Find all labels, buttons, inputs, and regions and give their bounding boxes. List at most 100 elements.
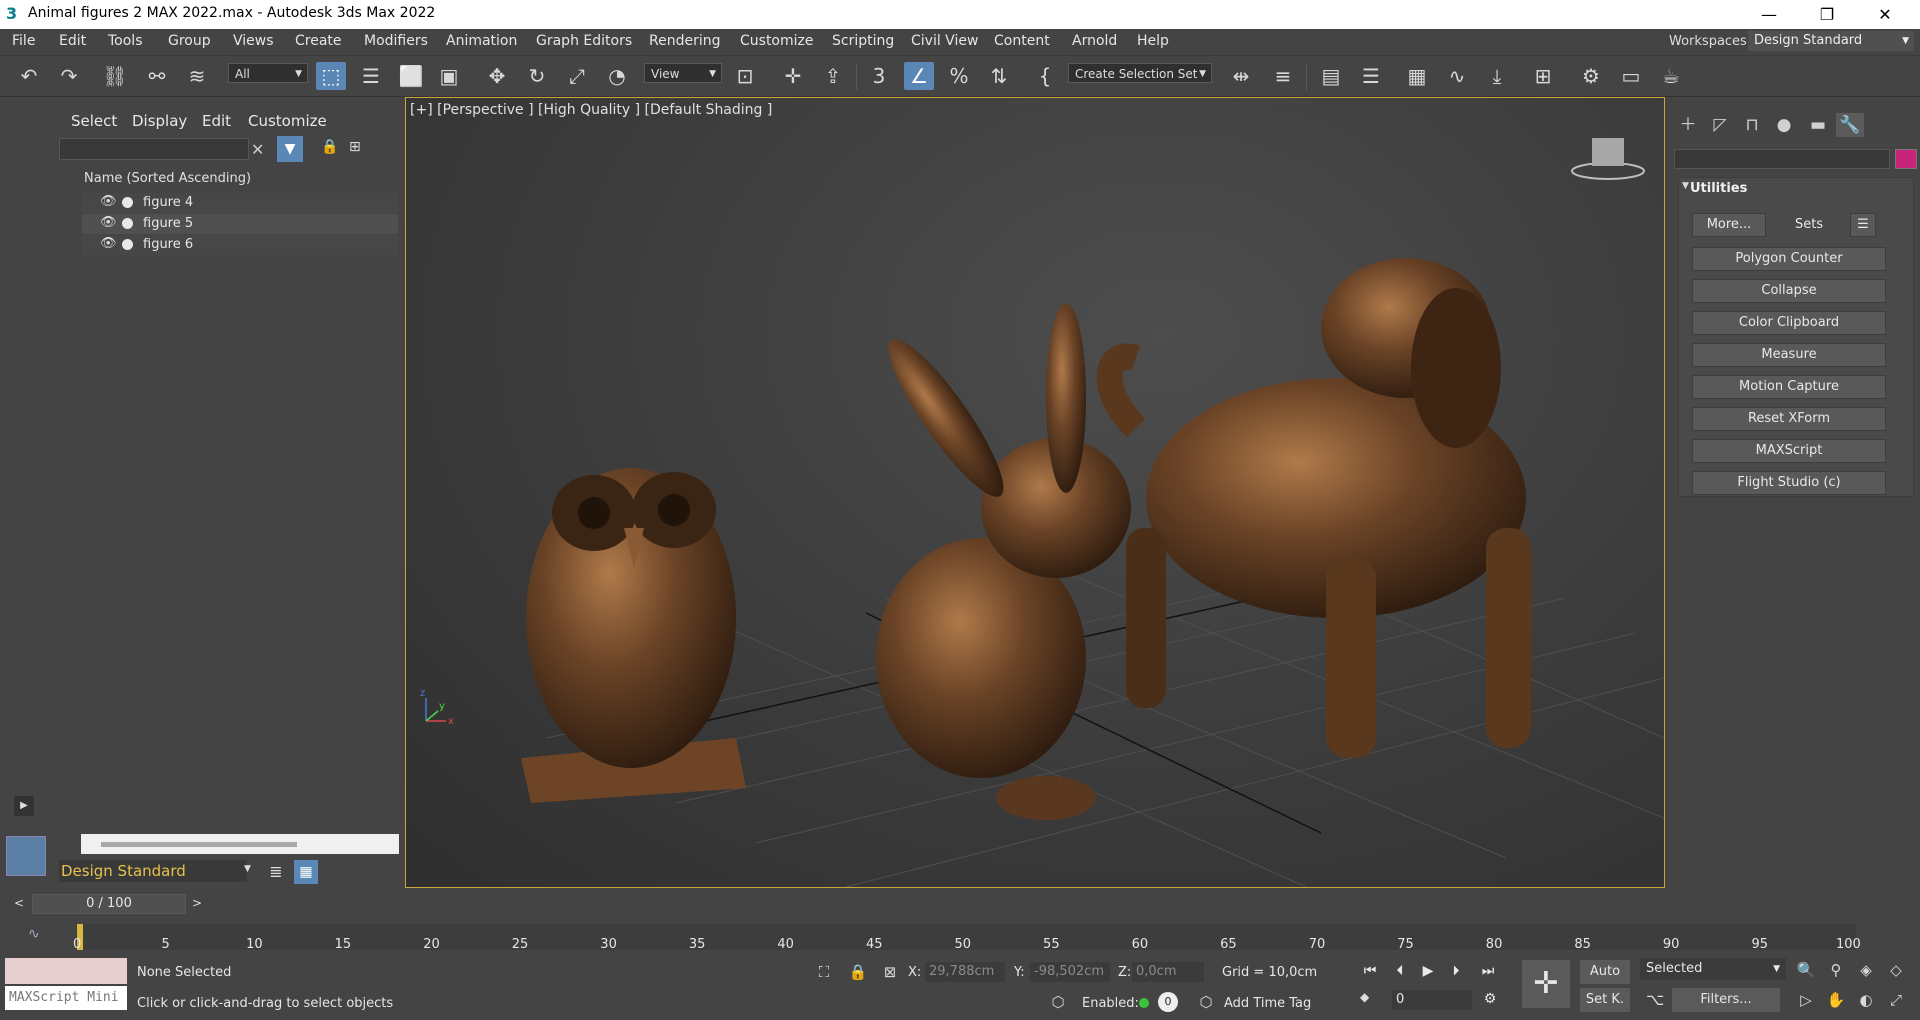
add-time-tag[interactable]: Add Time Tag bbox=[1224, 996, 1311, 1011]
configure-sets-icon[interactable]: ☰ bbox=[1850, 213, 1876, 237]
time-tag-icon[interactable]: ⬡ bbox=[1196, 992, 1216, 1012]
viewcube-icon[interactable] bbox=[1571, 138, 1645, 180]
menu-scripting[interactable]: Scripting bbox=[832, 33, 894, 49]
explorer-tab-customize[interactable]: Customize bbox=[248, 112, 327, 130]
list-item[interactable]: 👁 figure 4 bbox=[82, 193, 398, 213]
key-filters-button[interactable]: Filters... bbox=[1672, 988, 1780, 1012]
time-prev-button[interactable]: < bbox=[14, 896, 24, 910]
render-setup-icon[interactable]: ⚙ bbox=[1576, 62, 1606, 90]
owl-figure[interactable] bbox=[521, 468, 746, 803]
maxscript-listener[interactable]: MAXScript Mini bbox=[5, 958, 127, 1012]
explorer-tab-display[interactable]: Display bbox=[132, 112, 187, 130]
maxscript-button[interactable]: MAXScript bbox=[1692, 439, 1886, 463]
menu-civil-view[interactable]: Civil View bbox=[911, 33, 978, 49]
flight-studio-button[interactable]: Flight Studio (c) bbox=[1692, 471, 1886, 495]
menu-arnold[interactable]: Arnold bbox=[1072, 33, 1117, 49]
y-coordinate-field[interactable]: -98,502cm bbox=[1030, 962, 1110, 982]
go-to-start-icon[interactable]: ⏮ bbox=[1358, 960, 1382, 982]
z-coordinate-field[interactable]: 0,0cm bbox=[1132, 962, 1204, 982]
auto-key-button[interactable]: Auto bbox=[1580, 960, 1630, 984]
toggle-ribbon-icon[interactable]: ▦ bbox=[1402, 62, 1432, 90]
polygon-counter-button[interactable]: Polygon Counter bbox=[1692, 247, 1886, 271]
hierarchy-tab-icon[interactable]: ⊓ bbox=[1738, 113, 1766, 137]
motion-tab-icon[interactable]: ● bbox=[1770, 113, 1798, 137]
render-dot-icon[interactable] bbox=[122, 197, 133, 208]
object-color-swatch[interactable] bbox=[1895, 149, 1917, 169]
visibility-eye-icon[interactable]: 👁 bbox=[100, 194, 117, 209]
adaptive-degradation-icon[interactable]: ⬡ bbox=[1048, 992, 1068, 1012]
layers-icon[interactable]: ≣ bbox=[264, 860, 288, 884]
select-by-name-icon[interactable]: ☰ bbox=[356, 62, 386, 90]
explorer-horizontal-scrollbar[interactable] bbox=[81, 834, 399, 854]
viewport-layout-icon[interactable] bbox=[6, 836, 46, 876]
menu-tools[interactable]: Tools bbox=[108, 33, 143, 49]
filter-toggle-icon[interactable]: ▼ bbox=[277, 136, 303, 162]
orbit-icon[interactable]: ◐ bbox=[1856, 990, 1876, 1010]
display-tab-icon[interactable]: ▬ bbox=[1804, 113, 1832, 137]
reset-xform-button[interactable]: Reset XForm bbox=[1692, 407, 1886, 431]
zoom-icon[interactable]: 🔍 bbox=[1796, 960, 1816, 980]
color-clipboard-button[interactable]: Color Clipboard bbox=[1692, 311, 1886, 335]
menu-edit[interactable]: Edit bbox=[59, 33, 86, 49]
menu-graph-editors[interactable]: Graph Editors bbox=[536, 33, 632, 49]
minimize-button[interactable]: — bbox=[1746, 0, 1792, 29]
explorer-tab-edit[interactable]: Edit bbox=[202, 112, 231, 130]
absolute-mode-icon[interactable]: ⊠ bbox=[880, 962, 900, 982]
previous-frame-icon[interactable]: ⏴ bbox=[1388, 960, 1412, 982]
visibility-eye-icon[interactable]: 👁 bbox=[100, 236, 117, 251]
key-filter-dropdown[interactable]: Selected ▼ bbox=[1640, 958, 1786, 980]
scale-icon[interactable]: ⤢ bbox=[562, 62, 592, 90]
rabbit-figure[interactable] bbox=[873, 303, 1131, 820]
close-button[interactable]: ✕ bbox=[1862, 0, 1908, 29]
hierarchy-icon[interactable]: ⊞ bbox=[349, 139, 361, 155]
time-next-button[interactable]: > bbox=[192, 896, 202, 910]
selection-lock-icon[interactable]: 🔒 bbox=[848, 962, 868, 982]
create-selection-set-dropdown[interactable]: Create Selection Set ▼ bbox=[1068, 63, 1212, 83]
modify-tab-icon[interactable]: ◸ bbox=[1706, 113, 1734, 137]
edit-named-selection-icon[interactable]: { bbox=[1030, 62, 1060, 90]
rendered-frame-window-icon[interactable]: ▭ bbox=[1616, 62, 1646, 90]
place-icon[interactable]: ◔ bbox=[602, 62, 632, 90]
redo-icon[interactable]: ↷ bbox=[54, 62, 84, 90]
render-dot-icon[interactable] bbox=[122, 218, 133, 229]
percent-snap-icon[interactable]: % bbox=[944, 62, 974, 90]
manipulate-icon[interactable]: ✛ bbox=[778, 62, 808, 90]
object-name-input[interactable] bbox=[1674, 149, 1890, 169]
pivot-center-icon[interactable]: ⊡ bbox=[730, 62, 760, 90]
collapse-button[interactable]: Collapse bbox=[1692, 279, 1886, 303]
window-crossing-icon[interactable]: ▣ bbox=[434, 62, 464, 90]
current-frame-field[interactable]: 0 bbox=[1392, 990, 1472, 1010]
curve-editor-mini-icon[interactable]: ∿ bbox=[28, 926, 40, 942]
zoom-extents-icon[interactable]: ◈ bbox=[1856, 960, 1876, 980]
menu-create[interactable]: Create bbox=[295, 33, 342, 49]
menu-content[interactable]: Content bbox=[994, 33, 1050, 49]
clear-search-icon[interactable]: ✕ bbox=[251, 140, 264, 159]
go-to-end-icon[interactable]: ⏭ bbox=[1476, 960, 1500, 982]
sort-by-layer-icon[interactable]: ▦ bbox=[294, 860, 318, 884]
schematic-view-icon[interactable]: ⤓ bbox=[1482, 62, 1512, 90]
rectangular-selection-icon[interactable]: ⬜ bbox=[396, 62, 426, 90]
snaps-toggle-icon[interactable]: 3 bbox=[864, 62, 894, 90]
maxscript-output[interactable] bbox=[5, 958, 127, 984]
menu-views[interactable]: Views bbox=[233, 33, 274, 49]
restore-button[interactable]: ❐ bbox=[1804, 0, 1850, 29]
move-icon[interactable]: ✥ bbox=[482, 62, 512, 90]
play-icon[interactable]: ▶ bbox=[1416, 960, 1440, 982]
align-icon[interactable]: ≡ bbox=[1268, 62, 1298, 90]
mirror-icon[interactable]: ⇹ bbox=[1226, 62, 1256, 90]
menu-rendering[interactable]: Rendering bbox=[649, 33, 721, 49]
rotate-icon[interactable]: ↻ bbox=[522, 62, 552, 90]
sets-button[interactable]: Sets bbox=[1774, 213, 1844, 237]
keyboard-shortcut-override-icon[interactable]: ⇪ bbox=[818, 62, 848, 90]
chevron-down-icon[interactable]: ▼ bbox=[244, 864, 251, 874]
more-button[interactable]: More... bbox=[1692, 213, 1766, 237]
measure-button[interactable]: Measure bbox=[1692, 343, 1886, 367]
menu-file[interactable]: File bbox=[12, 33, 35, 49]
column-header-name[interactable]: Name (Sorted Ascending) bbox=[84, 171, 251, 186]
visibility-eye-icon[interactable]: 👁 bbox=[100, 215, 117, 230]
zoom-all-icon[interactable]: ⚲ bbox=[1826, 960, 1846, 980]
pan-icon[interactable]: ✋ bbox=[1826, 990, 1846, 1010]
layer-explorer-icon[interactable]: ☰ bbox=[1356, 62, 1386, 90]
perspective-viewport[interactable]: [+] [Perspective ] [High Quality ] [Defa… bbox=[405, 97, 1665, 888]
menu-help[interactable]: Help bbox=[1137, 33, 1169, 49]
